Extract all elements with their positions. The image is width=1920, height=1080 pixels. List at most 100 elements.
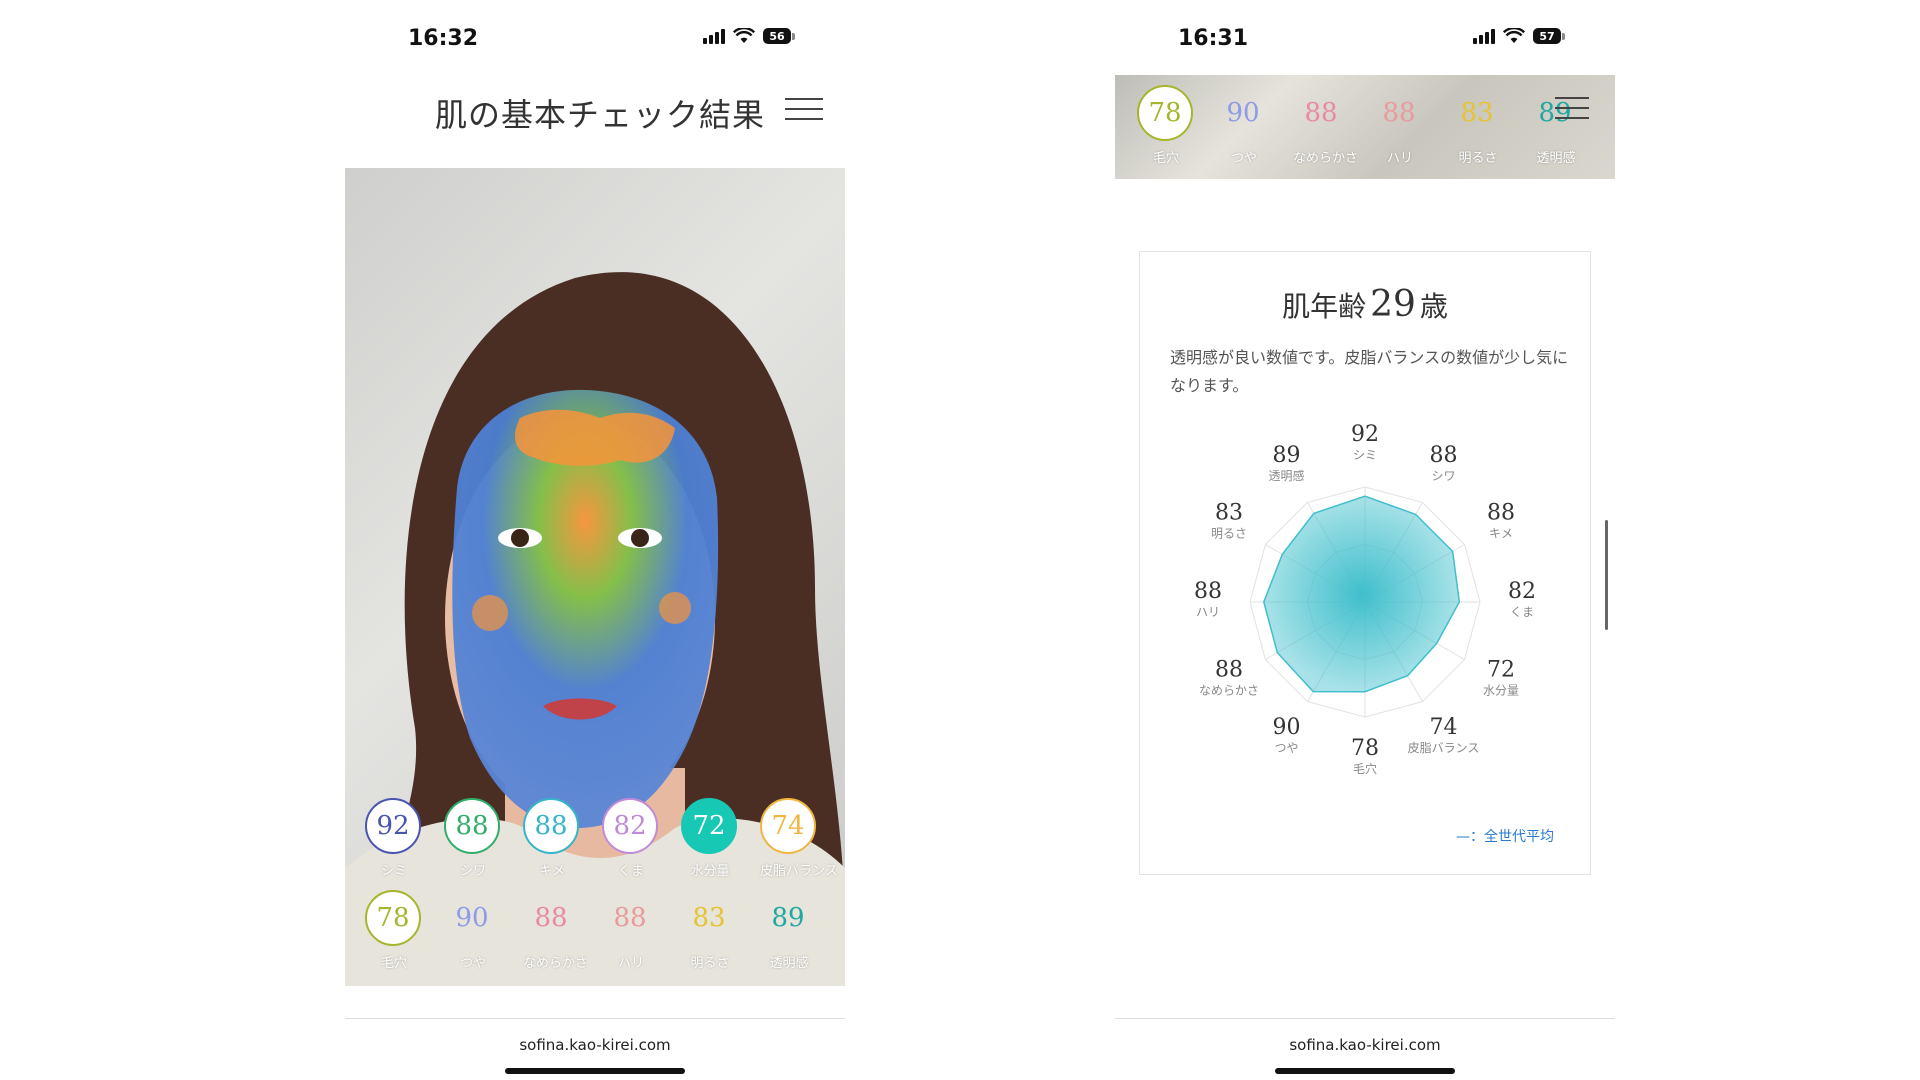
divider xyxy=(1115,1018,1615,1019)
score-circle[interactable]: 82 xyxy=(602,798,658,854)
radar-category-label: 水分量 xyxy=(1483,684,1519,698)
radar-category-label: 明るさ xyxy=(1211,527,1247,541)
radar-value-label: 88 xyxy=(1487,501,1515,526)
hamburger-menu-button[interactable] xyxy=(785,98,823,122)
status-icons: 57 xyxy=(1473,28,1565,44)
score-item[interactable]: 90 つや xyxy=(1215,85,1273,166)
score-item[interactable]: 82 くま xyxy=(602,798,660,879)
score-label: 明るさ xyxy=(1458,151,1498,166)
score-label: シミ xyxy=(380,864,407,879)
score-circle[interactable]: 92 xyxy=(365,798,421,854)
radar-value-label: 78 xyxy=(1351,736,1379,761)
score-row-bottom: 78 毛穴 90 つや 88 なめらかさ 88 ハリ 83 明るさ 89 透明感 xyxy=(365,890,845,971)
score-circle[interactable]: 78 xyxy=(1137,85,1193,141)
score-item[interactable]: 88 シワ xyxy=(444,798,502,879)
radar-value-label: 90 xyxy=(1273,715,1301,740)
score-circle[interactable]: 88 xyxy=(1293,85,1349,141)
skin-age-heading: 肌年齢 29 歳 xyxy=(1140,284,1590,325)
skin-age-suffix: 歳 xyxy=(1419,290,1448,323)
page-title: 肌の基本チェック結果 xyxy=(435,96,766,134)
signal-icon xyxy=(703,28,725,44)
status-bar: 16:31 57 xyxy=(1045,22,1685,52)
score-circle[interactable]: 88 xyxy=(523,890,579,946)
score-circle[interactable]: 88 xyxy=(523,798,579,854)
divider xyxy=(345,1018,845,1019)
score-row-top: 92 シミ 88 シワ 88 キメ 82 くま 72 水分量 74 皮脂バランス xyxy=(365,798,845,879)
url-bar[interactable]: sofina.kao-kirei.com xyxy=(345,1036,845,1054)
average-legend: —：全世代平均 xyxy=(1456,829,1554,845)
score-circle[interactable]: 88 xyxy=(444,798,500,854)
score-label: ハリ xyxy=(1386,151,1413,166)
result-description: 透明感が良い数値です。皮脂バランスの数値が少し気になります。 xyxy=(1170,348,1569,395)
score-item[interactable]: 88 キメ xyxy=(523,798,581,879)
radar-category-label: キメ xyxy=(1489,527,1513,541)
radar-category-label: シワ xyxy=(1431,469,1455,483)
wifi-icon xyxy=(1503,28,1525,43)
score-item[interactable]: 78 毛穴 xyxy=(365,890,423,971)
radar-category-label: 毛穴 xyxy=(1353,761,1377,776)
battery-icon: 56 xyxy=(763,28,795,44)
radar-series-area xyxy=(1263,495,1461,693)
score-item[interactable]: 72 水分量 xyxy=(681,798,739,879)
hamburger-menu-button[interactable] xyxy=(1555,97,1589,121)
radar-value-label: 88 xyxy=(1215,658,1243,683)
score-label: なめらかさ xyxy=(1293,151,1359,166)
score-label: 透明感 xyxy=(1536,151,1576,166)
score-circle[interactable]: 74 xyxy=(760,798,816,854)
score-item[interactable]: 88 ハリ xyxy=(1371,85,1429,166)
radar-value-label: 83 xyxy=(1215,501,1243,526)
status-time: 16:32 xyxy=(408,26,479,51)
skin-radar-chart: 92シミ 88シワ88キメ82くま72水分量74皮脂バランス78毛穴90つや88な… xyxy=(1194,422,1536,776)
score-item[interactable]: 83 明るさ xyxy=(1449,85,1507,166)
score-circle[interactable]: 90 xyxy=(1215,85,1271,141)
radar-category-label: くま xyxy=(1510,605,1534,619)
radar-category-label: 透明感 xyxy=(1268,468,1304,483)
radar-category-label: つや xyxy=(1274,741,1298,755)
score-item[interactable]: 92 シミ xyxy=(365,798,423,879)
score-circle[interactable]: 72 xyxy=(681,798,737,854)
phone-screen-left: 16:32 56 肌の基本チェック結果 92 シミ 88 シワ 88 キメ 82… xyxy=(275,0,915,1080)
score-item[interactable]: 89 透明感 xyxy=(760,890,818,971)
score-circle[interactable]: 78 xyxy=(365,890,421,946)
status-icons: 56 xyxy=(703,28,795,44)
score-circle[interactable]: 83 xyxy=(681,890,737,946)
radar-value-label: 74 xyxy=(1430,715,1458,740)
radar-value-label: 92 xyxy=(1351,422,1379,447)
score-item[interactable]: 88 なめらかさ xyxy=(523,890,588,971)
score-label: 皮脂バランス xyxy=(760,864,838,879)
radar-category-label: 皮脂バランス xyxy=(1408,740,1480,755)
home-indicator[interactable] xyxy=(505,1068,685,1074)
score-label: くま xyxy=(617,864,644,879)
home-indicator[interactable] xyxy=(1275,1068,1455,1074)
score-label: つや xyxy=(1230,151,1257,166)
score-label: 透明感 xyxy=(769,956,809,971)
phone-screen-right: 16:31 57 78 毛穴 90 つや 88 なめらかさ 88 ハリ 83 明るさ 89 透明感 肌… xyxy=(1045,0,1685,1080)
signal-icon xyxy=(1473,28,1495,44)
radar-category-label: なめらかさ xyxy=(1199,684,1259,698)
radar-value-label: 88 xyxy=(1430,443,1458,468)
score-circle[interactable]: 88 xyxy=(1371,85,1427,141)
skin-age-prefix: 肌年齢 xyxy=(1282,290,1367,323)
face-analysis-photo: 92 シミ 88 シワ 88 キメ 82 くま 72 水分量 74 皮脂バランス 78 毛穴 90 つや 88… xyxy=(345,168,845,986)
score-circle[interactable]: 88 xyxy=(602,890,658,946)
score-label: 毛穴 xyxy=(1152,151,1179,166)
score-circle[interactable]: 89 xyxy=(760,890,816,946)
scrollbar[interactable] xyxy=(1605,520,1608,630)
url-bar[interactable]: sofina.kao-kirei.com xyxy=(1115,1036,1615,1054)
score-item[interactable]: 83 明るさ xyxy=(681,890,739,971)
score-item[interactable]: 88 ハリ xyxy=(602,890,660,971)
score-label: つや xyxy=(459,956,486,971)
score-label: 毛穴 xyxy=(380,956,407,971)
radar-value-label: 88 xyxy=(1194,579,1222,604)
score-circle[interactable]: 83 xyxy=(1449,85,1505,141)
score-label: 水分量 xyxy=(690,864,730,879)
battery-level: 57 xyxy=(1533,28,1561,44)
score-item[interactable]: 74 皮脂バランス xyxy=(760,798,838,879)
score-item[interactable]: 90 つや xyxy=(444,890,502,971)
radar-category-label: シミ xyxy=(1353,448,1377,462)
score-circle[interactable]: 90 xyxy=(444,890,500,946)
score-item[interactable]: 88 なめらかさ xyxy=(1293,85,1359,166)
score-label: シワ xyxy=(459,864,486,879)
score-item[interactable]: 78 毛穴 xyxy=(1137,85,1195,166)
radar-value-label: 72 xyxy=(1487,658,1515,683)
